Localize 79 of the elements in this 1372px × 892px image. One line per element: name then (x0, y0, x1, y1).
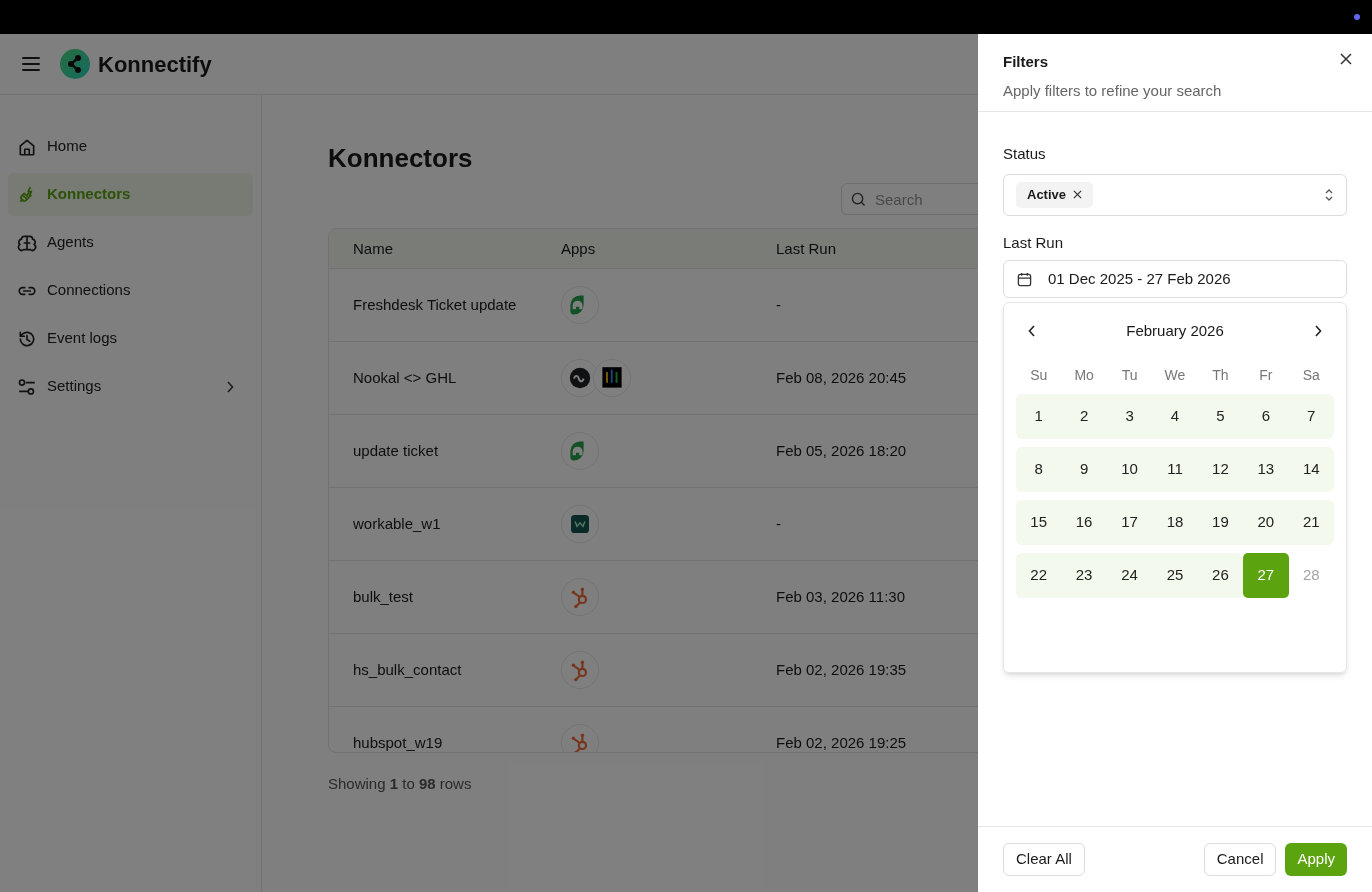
table-cell: Freshdesk Ticket update (353, 296, 517, 313)
calendar-day[interactable]: 13 (1243, 446, 1289, 492)
table-cell: workable_w1 (353, 515, 441, 532)
weekday-label: Mo (1073, 365, 1095, 385)
search-icon (851, 192, 866, 207)
calendar-day[interactable]: 26 (1197, 552, 1244, 598)
weekday-label: Sa (1301, 365, 1321, 385)
close-icon[interactable] (1340, 53, 1352, 65)
clear-all-button[interactable]: Clear All (1003, 843, 1085, 876)
sidebar-item[interactable]: Connections (8, 269, 253, 312)
date-range-field[interactable]: 01 Dec 2025 - 27 Feb 2026 (1003, 260, 1347, 298)
weekday-label: Th (1211, 365, 1230, 385)
calendar-day[interactable]: 19 (1197, 499, 1244, 545)
table-cell: Feb 08, 2026 20:45 (776, 369, 907, 386)
table-cell: Feb 05, 2026 18:20 (776, 442, 907, 459)
table-cell: - (776, 296, 781, 313)
sidebar-item[interactable]: Event logs (8, 317, 253, 360)
calendar-day[interactable]: 18 (1152, 499, 1198, 545)
field-label: Status (1003, 144, 1047, 164)
calendar-day[interactable]: 11 (1152, 446, 1198, 492)
table-cell: - (776, 515, 781, 532)
sidebar-item[interactable]: Settings (8, 365, 253, 408)
calendar-day[interactable]: 2 (1061, 393, 1107, 439)
drawer-subtitle: Apply filters to refine your search (1003, 80, 1222, 101)
logo-icon (60, 49, 90, 79)
table-cell: Feb 02, 2026 19:35 (776, 661, 907, 678)
sliders-icon (17, 376, 37, 397)
drawer-title: Filters (1003, 52, 1048, 72)
column-header: Apps (561, 239, 596, 257)
weekday-label: Su (1029, 365, 1049, 385)
chevron-updown-icon (1324, 187, 1334, 202)
calendar-day[interactable]: 7 (1288, 393, 1334, 439)
weekday-label: Tu (1120, 365, 1139, 385)
calendar-icon (1017, 271, 1032, 287)
calendar-day[interactable]: 21 (1288, 499, 1334, 545)
menu-icon[interactable] (22, 57, 40, 71)
table-cell: hs_bulk_contact (353, 661, 462, 678)
pagination-summary: Showing 1 to 98 rows (328, 774, 472, 794)
calendar-day[interactable]: 5 (1197, 393, 1244, 439)
calendar-day[interactable]: 6 (1243, 393, 1289, 439)
table-cell: hubspot_w19 (353, 734, 443, 751)
calendar-day[interactable]: 1 (1016, 393, 1062, 439)
history-icon (17, 328, 37, 349)
calendar-day[interactable]: 8 (1016, 446, 1062, 492)
table-cell: Nookal <> GHL (353, 369, 457, 386)
table-cell: Feb 03, 2026 11:30 (776, 588, 905, 605)
page-title: Konnectors (328, 142, 473, 175)
calendar-month: February 2026 (1126, 321, 1224, 341)
brand-name: Konnectify (98, 50, 212, 79)
calendar-day[interactable]: 10 (1106, 446, 1153, 492)
calendar-day[interactable]: 20 (1243, 499, 1289, 545)
calendar-day[interactable]: 9 (1061, 446, 1107, 492)
table-cell: bulk_test (353, 588, 414, 605)
calendar-day[interactable]: 14 (1288, 446, 1334, 492)
table-cell: update ticket (353, 442, 439, 459)
remove-icon[interactable] (1073, 190, 1083, 199)
column-header: Last Run (776, 239, 837, 257)
weekday-label: Fr (1258, 365, 1274, 385)
table-cell: Feb 02, 2026 19:25 (776, 734, 907, 751)
status-select[interactable]: Active (1003, 173, 1347, 216)
calendar-day[interactable]: 4 (1152, 393, 1198, 439)
calendar-day[interactable]: 3 (1106, 393, 1153, 439)
column-header: Name (353, 239, 393, 257)
calendar-day[interactable]: 15 (1016, 499, 1062, 545)
sidebar-item[interactable]: Home (8, 125, 253, 168)
calendar-day[interactable]: 17 (1106, 499, 1153, 545)
weekday-label: We (1163, 365, 1187, 385)
previous-month-icon[interactable] (1028, 325, 1036, 338)
calendar-day[interactable]: 23 (1061, 552, 1107, 598)
calendar-day[interactable]: 16 (1061, 499, 1107, 545)
calendar-day[interactable]: 25 (1152, 552, 1198, 598)
sidebar-item[interactable]: Agents (8, 221, 253, 264)
cancel-button[interactable]: Cancel (1203, 843, 1277, 876)
next-month-icon[interactable] (1314, 325, 1322, 338)
field-label: Last Run (1003, 232, 1065, 253)
calendar-day[interactable]: 12 (1197, 446, 1244, 492)
status-chip: Active (1016, 181, 1094, 208)
calendar-day[interactable]: 24 (1106, 552, 1153, 598)
calendar-day[interactable]: 22 (1016, 552, 1062, 598)
